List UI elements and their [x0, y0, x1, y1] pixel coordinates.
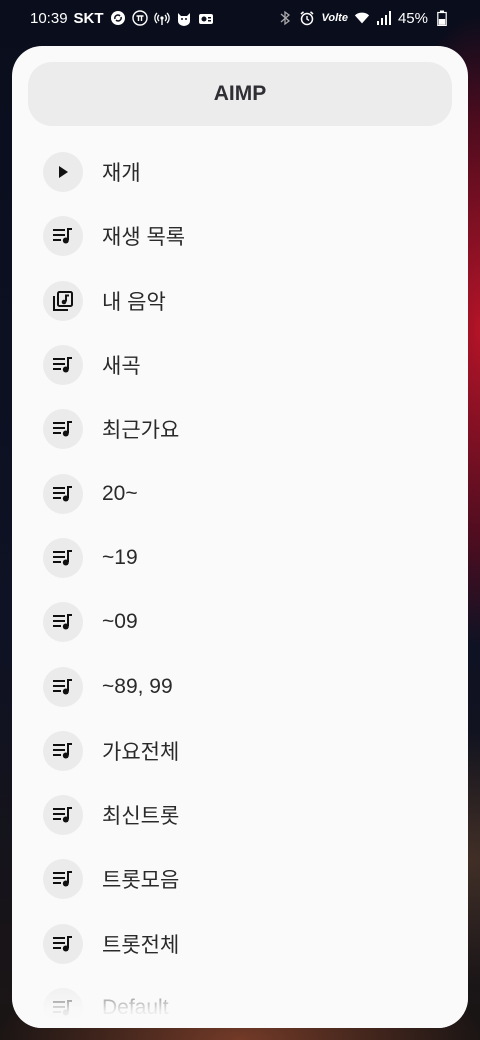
- shortcut-list: 재개재생 목록내 음악새곡최근가요 20~ ~19 ~09 ~89, 99 가요전체최신트…: [12, 140, 468, 1028]
- list-item-label: 20~: [102, 481, 138, 505]
- list-item[interactable]: ~19: [12, 526, 468, 590]
- aimp-dialog: AIMP 재개재생 목록내 음악새곡최근가요 20~ ~19 ~09 ~89, 99 가요…: [12, 46, 468, 1028]
- alarm-icon: [299, 10, 315, 26]
- status-bar: 10:39 SKT Volte 45%: [0, 0, 480, 36]
- status-bar-right: Volte 45%: [277, 10, 450, 27]
- sync-icon: [110, 10, 126, 26]
- list-item[interactable]: 재개: [12, 140, 468, 204]
- list-item-label: 재개: [102, 162, 141, 186]
- list-item[interactable]: ~89, 99: [12, 654, 468, 718]
- playlist-icon: [43, 859, 83, 900]
- radio-icon: [198, 10, 214, 26]
- list-item[interactable]: 가요전체: [12, 719, 468, 783]
- playlist-icon: [43, 537, 83, 578]
- playlist-icon: [43, 473, 83, 514]
- list-item[interactable]: ~09: [12, 590, 468, 654]
- playlist-icon: [43, 409, 83, 450]
- playlist-icon: [43, 602, 83, 643]
- list-item-label: 새곡: [102, 355, 141, 379]
- playlist-icon: [43, 923, 83, 964]
- bluetooth-icon: [277, 10, 293, 26]
- playlist-icon: [43, 666, 83, 707]
- playlist-icon: [43, 216, 83, 257]
- music-library-icon: [43, 280, 83, 321]
- list-item-label: Default: [102, 996, 169, 1019]
- playlist-icon: [43, 730, 83, 771]
- list-item[interactable]: 20~: [12, 461, 468, 525]
- list-item-label: ~19: [102, 545, 138, 569]
- wifi-icon: [354, 10, 370, 26]
- pi-icon: [131, 10, 148, 26]
- playlist-icon: [43, 988, 83, 1028]
- playlist-icon: [43, 345, 83, 386]
- list-item[interactable]: Default: [12, 976, 468, 1028]
- status-bar-left: 10:39 SKT: [30, 10, 214, 27]
- list-item-label: 트롯모음: [102, 869, 180, 893]
- list-item-label: 트롯전체: [102, 933, 180, 957]
- hotspot-icon: [153, 10, 170, 26]
- status-time: 10:39: [30, 9, 68, 27]
- playlist-icon: [43, 795, 83, 836]
- list-item-label: ~09: [102, 610, 138, 634]
- list-item-label: ~89, 99: [102, 674, 173, 698]
- battery-icon: [434, 10, 450, 26]
- list-item[interactable]: 재생 목록: [12, 204, 468, 268]
- list-item-label: 최신트롯: [102, 805, 180, 829]
- list-item-label: 내 음악: [102, 290, 166, 314]
- play-icon: [43, 152, 83, 193]
- list-item-label: 재생 목록: [102, 226, 186, 250]
- dialog-title: AIMP: [28, 62, 452, 126]
- list-item[interactable]: 최신트롯: [12, 783, 468, 847]
- volte-icon: Volte: [321, 12, 348, 24]
- list-item[interactable]: 트롯전체: [12, 912, 468, 976]
- list-item-label: 최근가요: [102, 419, 180, 443]
- cat-icon: [176, 10, 192, 26]
- battery-percent: 45%: [397, 9, 428, 27]
- status-carrier: SKT: [73, 9, 104, 27]
- list-item[interactable]: 최근가요: [12, 397, 468, 461]
- list-item[interactable]: 새곡: [12, 333, 468, 397]
- list-item[interactable]: 트롯모음: [12, 847, 468, 911]
- signal-icon: [376, 10, 392, 26]
- list-item-label: 가요전체: [102, 740, 180, 764]
- list-item[interactable]: 내 음악: [12, 269, 468, 333]
